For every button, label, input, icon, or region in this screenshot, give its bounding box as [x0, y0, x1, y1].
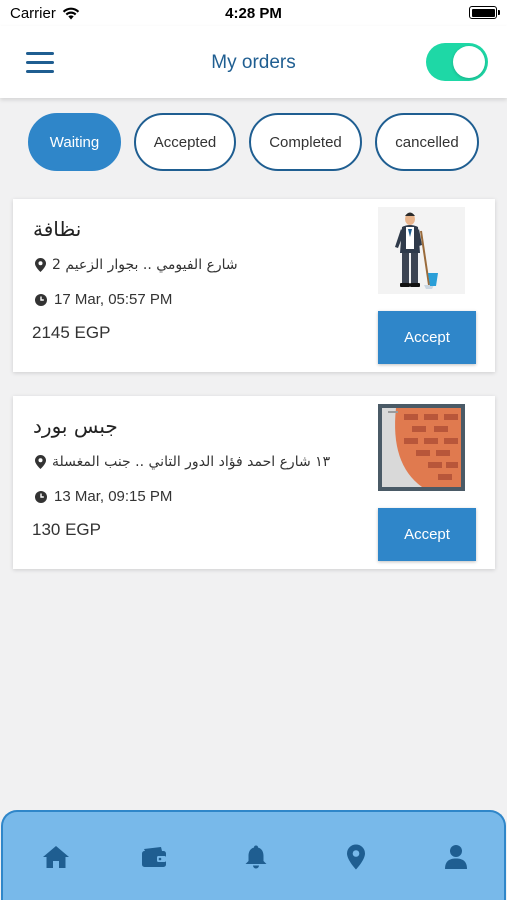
- order-price: 2145 EGP: [32, 323, 111, 342]
- home-icon: [43, 846, 69, 868]
- bell-icon: [245, 845, 267, 869]
- order-title: نظافة: [33, 217, 82, 241]
- order-price: 130 EGP: [32, 520, 101, 539]
- order-address-row: شارع الفيومي .. بجوار الزعيم 2: [35, 257, 238, 273]
- location-pin-icon: [347, 844, 365, 870]
- accept-button[interactable]: Accept: [378, 508, 476, 561]
- nav-wallet[interactable]: [139, 842, 169, 872]
- nav-notifications[interactable]: [241, 842, 271, 872]
- toggle-knob: [453, 46, 485, 78]
- order-date: 17 Mar, 05:57 PM: [54, 291, 173, 308]
- clock-icon: [35, 490, 47, 503]
- order-address: ١٣ شارع احمد فؤاد الدور التاني .. جنب ال…: [52, 454, 331, 470]
- order-card[interactable]: جبس بورد ١٣ شارع احمد فؤاد الدور التاني …: [13, 396, 495, 569]
- order-title: جبس بورد: [33, 414, 118, 438]
- app-header: My orders: [0, 26, 507, 98]
- clock: 4:28 PM: [225, 5, 282, 22]
- order-address: شارع الفيومي .. بجوار الزعيم 2: [52, 257, 238, 273]
- clock-icon: [35, 293, 47, 306]
- status-bar: Carrier 4:28 PM: [0, 0, 507, 26]
- map-pin-icon: [35, 258, 46, 272]
- order-address-row: ١٣ شارع احمد فؤاد الدور التاني .. جنب ال…: [35, 454, 330, 470]
- availability-toggle[interactable]: [426, 43, 488, 81]
- user-icon: [445, 845, 467, 869]
- nav-home[interactable]: [41, 842, 71, 872]
- wallet-icon: [142, 847, 166, 867]
- nav-profile[interactable]: [441, 842, 471, 872]
- order-date-row: 17 Mar, 05:57 PM: [35, 291, 172, 308]
- battery-icon: [469, 6, 500, 19]
- bottom-navigation: [1, 810, 506, 900]
- order-card[interactable]: نظافة شارع الفيومي .. بجوار الزعيم 2 17 …: [13, 199, 495, 372]
- tab-waiting[interactable]: Waiting: [28, 113, 121, 171]
- tab-cancelled[interactable]: cancelled: [375, 113, 479, 171]
- tab-completed[interactable]: Completed: [249, 113, 362, 171]
- brick-wall-icon: [378, 404, 465, 491]
- order-date: 13 Mar, 09:15 PM: [54, 488, 173, 505]
- order-status-tabs: Waiting Accepted Completed cancelled: [0, 113, 507, 173]
- accept-button[interactable]: Accept: [378, 311, 476, 364]
- order-date-row: 13 Mar, 09:15 PM: [35, 488, 172, 505]
- tab-accepted[interactable]: Accepted: [134, 113, 236, 171]
- nav-location[interactable]: [341, 842, 371, 872]
- cleaner-illustration-icon: [378, 207, 465, 294]
- map-pin-icon: [35, 455, 46, 469]
